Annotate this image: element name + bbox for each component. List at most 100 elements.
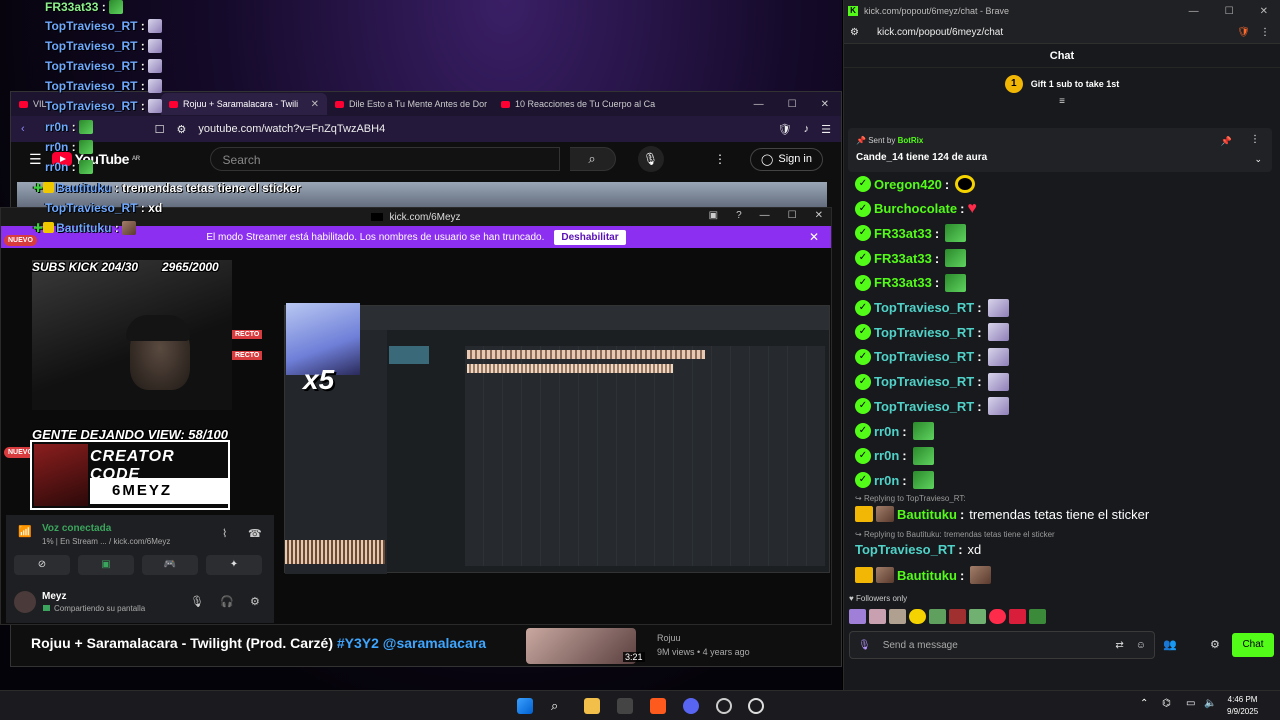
chat-username[interactable]: rr0n [874,424,899,439]
maximize-icon[interactable]: ☐ [1225,6,1234,17]
maximize-icon[interactable]: ☐ [788,210,797,221]
windows-start-icon[interactable] [517,698,533,714]
emote[interactable] [989,609,1006,624]
avatar[interactable] [14,591,36,613]
clock[interactable]: 4:46 PM 9/9/2025 [1227,694,1258,718]
girl-emote [987,323,1009,342]
emote[interactable] [889,609,906,624]
picture-in-picture-icon[interactable]: ▣ [709,210,718,221]
tab-dile-esto[interactable]: Dile Esto a Tu Mente Antes de Dor [327,93,493,115]
screen-share-button[interactable]: ▣ [78,555,134,575]
tab-10-reacciones[interactable]: 10 Reacciones de Tu Cuerpo al Ca＋ [493,93,659,115]
youtube-search-input[interactable]: Search [209,147,560,171]
emoji-icon[interactable]: ☺ [1136,640,1146,651]
chat-username[interactable]: rr0n [874,473,899,488]
emote[interactable] [869,609,886,624]
file-explorer-icon[interactable] [584,698,600,714]
gear-icon[interactable]: ⚙ [250,595,260,608]
minimize-icon[interactable]: — [754,99,764,110]
translate-icon[interactable]: ⇄ [1115,640,1123,651]
gear-icon[interactable]: ⚙ [1210,638,1220,651]
hamburger-icon[interactable]: ☰ [29,151,42,168]
emote[interactable] [1009,609,1026,624]
emote[interactable] [949,609,966,624]
store-icon[interactable] [617,698,633,714]
obs-icon[interactable] [716,698,732,714]
volume-icon[interactable]: 🔈 [1204,698,1220,714]
chat-username[interactable]: Oregon420 [874,177,942,192]
expand-icon[interactable]: ≡ [844,96,1280,107]
send-chat-button[interactable]: Chat [1232,633,1274,657]
chat-username[interactable]: TopTravieso_RT [855,542,955,557]
emote[interactable] [1029,609,1046,624]
minimize-icon[interactable]: — [760,210,770,221]
soundboard-button[interactable]: ✦ [206,555,262,575]
chat-username[interactable]: Bautituku [897,568,957,583]
chat-username[interactable]: FR33at33 [874,251,932,266]
mic-icon[interactable]: 🎙 [858,640,871,651]
minimize-icon[interactable]: — [1189,6,1199,17]
brave-shield-icon[interactable]: 🛡 [1237,27,1250,38]
menu-icon[interactable]: ☰ [821,123,831,136]
recommended-video-thumbnail[interactable] [526,628,636,664]
sign-in-button[interactable]: ◯ Sign in [750,147,823,171]
emote[interactable] [909,609,926,624]
brave-browser-icon[interactable] [650,698,666,714]
network-icon[interactable]: ⌬ [1162,698,1178,714]
close-icon[interactable]: ✕ [821,99,829,110]
chat-username[interactable]: TopTravieso_RT [874,325,974,340]
close-tab-icon[interactable]: ✕ [311,99,319,110]
help-icon[interactable]: ? [736,210,742,221]
recommended-channel[interactable]: Rojuu [657,633,681,643]
chat-username[interactable]: Burchocolate [874,201,957,216]
users-icon[interactable]: 👥 [1163,638,1177,651]
disconnect-icon[interactable]: ☎ [248,527,262,540]
back-icon[interactable]: ‹ [21,123,25,135]
more-options-icon[interactable]: ⋮ [1250,134,1260,145]
camera-button[interactable]: ⊘ [14,555,70,575]
chat-url[interactable]: kick.com/popout/6meyz/chat [877,27,1003,38]
site-settings-icon[interactable]: ⚙ [850,27,859,38]
youtube-icon [169,100,178,108]
noise-suppression-icon[interactable]: ⌇ [222,527,227,540]
emote[interactable] [929,609,946,624]
chat-username[interactable]: TopTravieso_RT [874,374,974,389]
maximize-icon[interactable]: ☐ [788,99,797,110]
chat-username[interactable]: Bautituku [897,507,957,522]
search-button[interactable]: ⌕ [569,147,616,171]
tab-rojuu[interactable]: Rojuu + Saramalacara - Twili ✕ [161,93,327,115]
search-icon[interactable]: ⌕ [551,698,567,714]
display-icon[interactable]: ▭ [1186,698,1202,714]
youtube-url[interactable]: youtube.com/watch?v=FnZqTwzABH4 [198,123,385,135]
site-settings-icon[interactable]: ⚙ [177,123,187,136]
emote[interactable] [849,609,866,624]
brave-shield-icon[interactable]: 🛡 [778,123,792,136]
bookmark-icon[interactable]: ☐ [155,123,165,136]
chevron-down-icon[interactable]: ⌄ [1254,154,1262,165]
close-banner-icon[interactable]: ✕ [809,230,819,244]
menu-icon[interactable]: ⋮ [1260,27,1270,38]
chat-username[interactable]: TopTravieso_RT [874,300,974,315]
voice-search-button[interactable]: 🎙 [637,146,664,172]
chat-username[interactable]: FR33at33 [874,275,932,290]
emote[interactable] [969,609,986,624]
close-icon[interactable]: ✕ [1260,6,1268,17]
headphones-icon[interactable]: 🎧 [220,595,234,608]
chevron-up-icon[interactable]: ⌃ [1140,698,1156,714]
chat-message-input[interactable]: 🎙 Send a message ⇄ ☺ [849,631,1155,659]
music-icon[interactable]: ♪ [804,123,810,135]
chat-username[interactable]: TopTravieso_RT [874,399,974,414]
gear-icon[interactable] [748,698,764,714]
activity-button[interactable]: 🎮 [142,555,198,575]
disable-streamer-mode-button[interactable]: Deshabilitar [554,229,626,245]
chat-username[interactable]: TopTravieso_RT [874,349,974,364]
chat-username[interactable]: rr0n [874,448,899,463]
more-options-icon[interactable]: ⋮ [714,152,726,166]
discord-icon[interactable] [683,698,699,714]
pin-icon[interactable]: 📌 [1221,136,1232,147]
mic-icon[interactable]: 🎙 [190,595,204,608]
video-hashtags[interactable]: #Y3Y2 @saramalacara [337,635,486,651]
chat-username[interactable]: FR33at33 [874,226,932,241]
search-icon: ⌕ [588,151,596,166]
close-icon[interactable]: ✕ [815,210,823,221]
